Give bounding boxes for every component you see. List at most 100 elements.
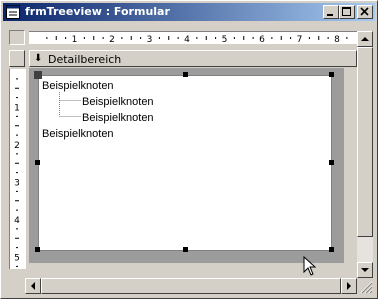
maximize-button[interactable] <box>339 5 355 19</box>
ruler-tick <box>15 162 19 164</box>
ruler-tick <box>16 172 18 174</box>
ruler-tick <box>121 37 123 39</box>
ruler-tick <box>308 37 310 39</box>
horizontal-ruler[interactable]: 1 2 3 4 5 6 7 8 <box>29 31 357 45</box>
vertical-scrollbar[interactable] <box>357 31 373 278</box>
ruler-number: 1 <box>14 104 20 114</box>
ruler-number: 7 <box>297 35 303 44</box>
close-icon <box>360 7 369 16</box>
ruler-tick <box>15 87 19 89</box>
ruler-tick <box>83 37 85 39</box>
ruler-tick <box>16 153 18 155</box>
resize-handle-bottom-right[interactable] <box>329 247 334 252</box>
tree-node-root-1[interactable]: Beispielknoten <box>42 80 114 92</box>
ruler-number: 8 <box>334 35 340 44</box>
minimize-icon <box>327 14 333 16</box>
title-bar[interactable]: frmTreeview : Formular <box>3 3 375 21</box>
close-button[interactable] <box>357 5 373 19</box>
resize-handle-left[interactable] <box>35 160 40 165</box>
resize-handle-bottom-left[interactable] <box>35 247 40 252</box>
size-grip[interactable] <box>357 278 373 294</box>
scroll-left-button[interactable] <box>25 278 41 294</box>
ruler-number: 2 <box>109 35 115 44</box>
ruler-tick <box>16 115 18 117</box>
ruler-number: 5 <box>222 35 228 44</box>
minimize-button[interactable] <box>323 5 339 19</box>
ruler-tick <box>205 36 207 40</box>
ruler-tick <box>16 209 18 211</box>
ruler-tick <box>15 200 19 202</box>
ruler-tick <box>346 37 348 39</box>
ruler-number: 4 <box>14 216 20 226</box>
ruler-tick <box>102 37 104 39</box>
window-title: frmTreeview : Formular <box>25 5 170 18</box>
ruler-number: 6 <box>259 35 265 44</box>
vertical-ruler-ticks: 1 2 3 4 5 <box>14 78 20 267</box>
arrow-up-icon <box>361 37 369 41</box>
ruler-number: 1 <box>72 35 78 44</box>
ruler-number: 2 <box>14 141 20 151</box>
arrow-left-icon <box>31 282 35 290</box>
scroll-up-button[interactable] <box>357 31 373 47</box>
arrow-down-icon <box>361 268 369 272</box>
horizontal-ruler-ticks: 1 2 3 4 5 6 7 8 <box>46 35 348 45</box>
ruler-tick <box>16 134 18 136</box>
ruler-corner-selector[interactable] <box>9 30 25 45</box>
ruler-tick <box>233 37 235 39</box>
ruler-tick <box>140 37 142 39</box>
form-app-icon[interactable] <box>6 5 20 19</box>
scroll-right-button[interactable] <box>341 278 357 294</box>
ruler-number: 3 <box>147 35 153 44</box>
ruler-tick <box>252 37 254 39</box>
ruler-tick <box>196 37 198 39</box>
ruler-tick <box>16 190 18 192</box>
resize-handle-top[interactable] <box>183 72 188 77</box>
resize-handle-top-right[interactable] <box>329 72 334 77</box>
ruler-tick <box>15 237 19 239</box>
tree-connector-lines <box>59 92 81 117</box>
ruler-tick <box>15 125 19 127</box>
form-design-window: frmTreeview : Formular 1 2 3 4 5 6 7 8 ⬇ Detail… <box>0 0 378 299</box>
ruler-tick <box>318 36 320 40</box>
tree-node-root-2[interactable]: Beispielknoten <box>42 128 114 140</box>
ruler-tick <box>280 36 282 40</box>
section-header-detail[interactable]: ⬇ Detailbereich <box>29 50 357 67</box>
size-grip-icon <box>360 281 373 294</box>
treeview-control[interactable]: Beispielknoten Beispielknoten Beispielkn… <box>38 75 332 251</box>
move-handle[interactable] <box>34 71 42 79</box>
section-label: Detailbereich <box>48 53 122 66</box>
ruler-tick <box>16 228 18 230</box>
ruler-tick <box>16 97 18 99</box>
resize-handle-right[interactable] <box>329 160 334 165</box>
vertical-ruler[interactable]: 1 2 3 4 5 <box>9 69 26 269</box>
ruler-tick <box>130 36 132 40</box>
ruler-tick <box>168 36 170 40</box>
ruler-tick <box>158 37 160 39</box>
ruler-tick <box>177 37 179 39</box>
resize-handle-bottom[interactable] <box>183 247 188 252</box>
ruler-tick <box>16 247 18 249</box>
arrow-right-icon <box>347 282 351 290</box>
record-nav-area <box>5 278 25 294</box>
ruler-tick <box>93 36 95 40</box>
ruler-number: 3 <box>14 179 20 189</box>
ruler-number: 4 <box>184 35 190 44</box>
ruler-number: 5 <box>14 254 20 264</box>
mouse-pointer-icon <box>303 256 317 276</box>
ruler-tick <box>65 37 67 39</box>
ruler-tick <box>16 265 18 267</box>
vertical-scroll-thumb[interactable] <box>357 47 373 237</box>
scroll-down-button[interactable] <box>357 262 373 278</box>
maximize-icon <box>342 7 351 16</box>
ruler-tick <box>55 36 57 40</box>
horizontal-scroll-thumb[interactable] <box>41 278 341 294</box>
section-selector[interactable] <box>9 50 25 67</box>
ruler-tick <box>16 78 18 80</box>
ruler-tick <box>271 37 273 39</box>
ruler-tick <box>46 37 48 39</box>
horizontal-scrollbar[interactable] <box>25 278 357 294</box>
ruler-tick <box>290 37 292 39</box>
tree-node-child-2[interactable]: Beispielknoten <box>82 112 154 124</box>
tree-node-child-1[interactable]: Beispielknoten <box>82 96 154 108</box>
ruler-tick <box>243 36 245 40</box>
